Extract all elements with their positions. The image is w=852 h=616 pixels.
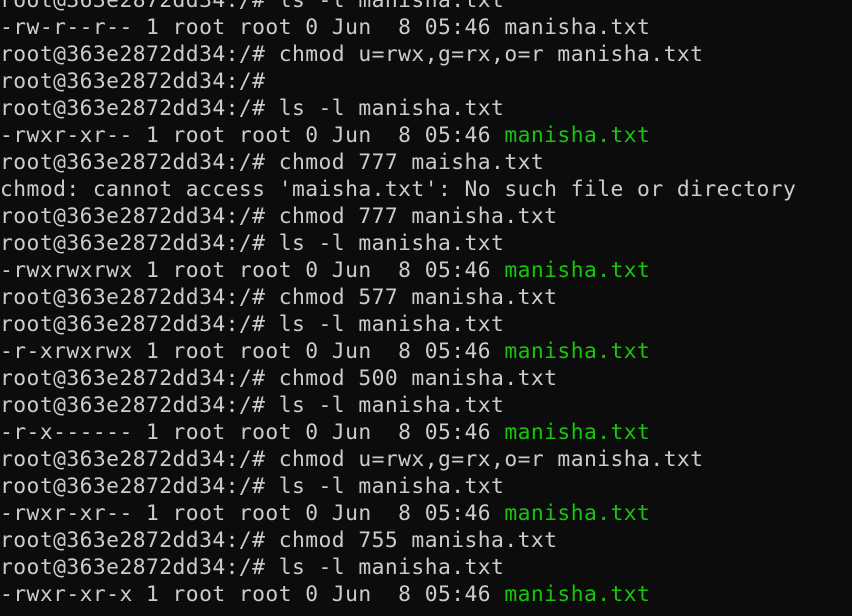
terminal-line: root@363e2872dd34:/# ls -l manisha.txt — [0, 473, 852, 500]
executable-filename: manisha.txt — [504, 582, 651, 607]
terminal-line-text: root@363e2872dd34:/# chmod 755 manisha.t… — [0, 528, 558, 553]
terminal-line-text: root@363e2872dd34:/# chmod 577 manisha.t… — [0, 285, 558, 310]
terminal-line-text: root@363e2872dd34:/# ls -l manisha.txt — [0, 0, 505, 13]
terminal-line-text: -rwxr-xr-- 1 root root 0 Jun 8 05:46 — [0, 123, 505, 148]
terminal-line-text: root@363e2872dd34:/# chmod 777 manisha.t… — [0, 204, 558, 229]
terminal-line: -rw-r--r-- 1 root root 0 Jun 8 05:46 man… — [0, 14, 852, 41]
terminal-line-text: root@363e2872dd34:/# ls -l manisha.txt — [0, 231, 505, 256]
terminal-line-text: root@363e2872dd34:/# chmod u=rwx,g=rx,o=… — [0, 447, 704, 472]
executable-filename: manisha.txt — [504, 123, 651, 148]
terminal-line: root@363e2872dd34:/# chmod u=rwx,g=rx,o=… — [0, 446, 852, 473]
terminal-line-text: -rwxr-xr-- 1 root root 0 Jun 8 05:46 — [0, 501, 505, 526]
terminal-line: root@363e2872dd34:/# ls -l manisha.txt — [0, 95, 852, 122]
terminal-line-text: root@363e2872dd34:/# — [0, 69, 266, 94]
terminal-line: -rwxrwxrwx 1 root root 0 Jun 8 05:46 man… — [0, 257, 852, 284]
terminal-line-text: chmod: cannot access 'maisha.txt': No su… — [0, 177, 797, 202]
terminal-line: -r-xrwxrwx 1 root root 0 Jun 8 05:46 man… — [0, 338, 852, 365]
terminal-line: -r-x------ 1 root root 0 Jun 8 05:46 man… — [0, 419, 852, 446]
terminal-line: root@363e2872dd34:/# chmod 777 manisha.t… — [0, 203, 852, 230]
terminal-line: -rwxr-xr-- 1 root root 0 Jun 8 05:46 man… — [0, 500, 852, 527]
terminal-line-text: -rw-r--r-- 1 root root 0 Jun 8 05:46 man… — [0, 15, 651, 40]
terminal-line: root@363e2872dd34:/# ls -l manisha.txt — [0, 311, 852, 338]
terminal-line-text: root@363e2872dd34:/# ls -l manisha.txt — [0, 555, 505, 580]
terminal-line-text: root@363e2872dd34:/# chmod 777 maisha.tx… — [0, 150, 545, 175]
terminal-line: root@363e2872dd34:/# chmod 500 manisha.t… — [0, 365, 852, 392]
executable-filename: manisha.txt — [504, 258, 651, 283]
terminal-line: root@363e2872dd34:/# ls -l manisha.txt — [0, 392, 852, 419]
terminal-line-text: root@363e2872dd34:/# ls -l manisha.txt — [0, 393, 505, 418]
executable-filename: manisha.txt — [504, 501, 651, 526]
terminal-line: root@363e2872dd34:/# chmod 577 manisha.t… — [0, 284, 852, 311]
executable-filename: manisha.txt — [504, 339, 651, 364]
terminal-line: root@363e2872dd34:/# chmod 755 manisha.t… — [0, 527, 852, 554]
executable-filename: manisha.txt — [504, 420, 651, 445]
terminal-line-text: -r-xrwxrwx 1 root root 0 Jun 8 05:46 — [0, 339, 505, 364]
terminal-line: root@363e2872dd34:/# chmod u=rwx,g=rx,o=… — [0, 41, 852, 68]
terminal-line-text: root@363e2872dd34:/# ls -l manisha.txt — [0, 312, 505, 337]
terminal-line-text: -rwxrwxrwx 1 root root 0 Jun 8 05:46 — [0, 258, 505, 283]
terminal-line: root@363e2872dd34:/# ls -l manisha.txt — [0, 230, 852, 257]
terminal-line: root@363e2872dd34:/# ls -l manisha.txt — [0, 554, 852, 581]
terminal-line-text: root@363e2872dd34:/# ls -l manisha.txt — [0, 96, 505, 121]
terminal-line: chmod: cannot access 'maisha.txt': No su… — [0, 176, 852, 203]
terminal-line-text: root@363e2872dd34:/# chmod u=rwx,g=rx,o=… — [0, 42, 704, 67]
terminal-line: root@363e2872dd34:/# — [0, 68, 852, 95]
terminal-line-text: -rwxr-xr-x 1 root root 0 Jun 8 05:46 — [0, 582, 505, 607]
terminal-line: -rwxr-xr-- 1 root root 0 Jun 8 05:46 man… — [0, 122, 852, 149]
terminal-line: root@363e2872dd34:/# ls -l manisha.txt — [0, 0, 852, 14]
terminal-output[interactable]: root@363e2872dd34:/# ls -l manisha.txt -r… — [0, 0, 852, 616]
terminal-line-text: -r-x------ 1 root root 0 Jun 8 05:46 — [0, 420, 505, 445]
terminal-line-text: root@363e2872dd34:/# chmod 500 manisha.t… — [0, 366, 558, 391]
terminal-line: -rwxr-xr-x 1 root root 0 Jun 8 05:46 man… — [0, 581, 852, 608]
terminal-line: root@363e2872dd34:/# chmod 777 maisha.tx… — [0, 149, 852, 176]
terminal-line-text: root@363e2872dd34:/# ls -l manisha.txt — [0, 474, 505, 499]
